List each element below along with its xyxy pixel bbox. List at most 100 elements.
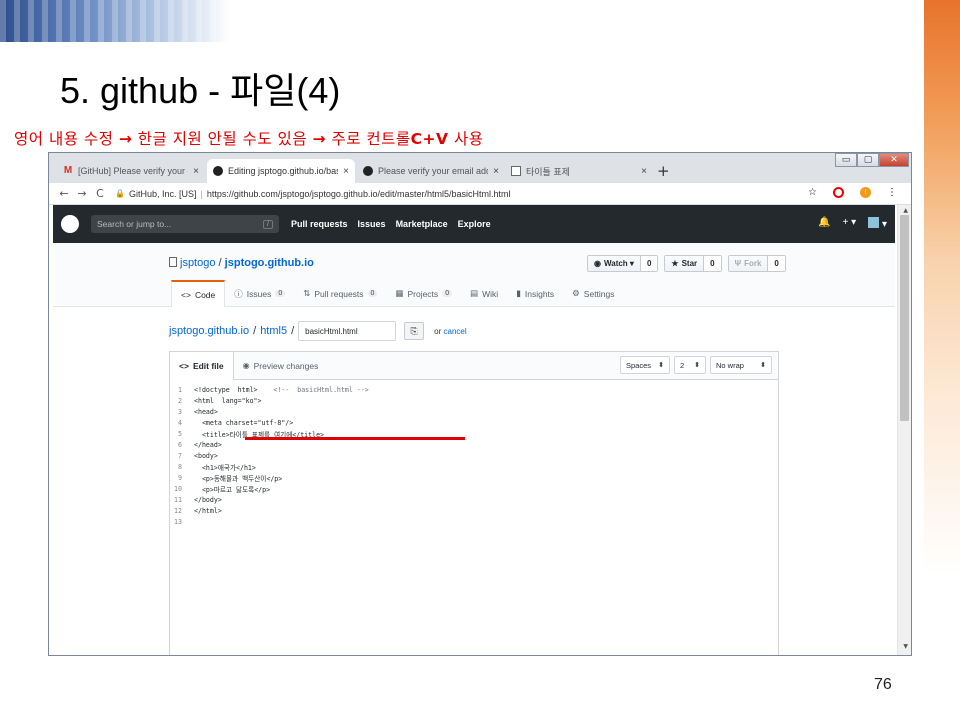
create-new-button[interactable]: + ▾ [843, 217, 857, 230]
code-line[interactable]: 13 [170, 516, 778, 527]
tab-label: Editing jsptogo.github.io/basic· [228, 166, 339, 176]
code-line[interactable]: 9 <p>동해물과 백두산이</p> [170, 472, 778, 483]
watch-button[interactable]: ◉ Watch ▾ 0 [587, 255, 659, 272]
code-line[interactable]: 2 <html lang="ko"> [170, 395, 778, 406]
watch-text: Watch ▾ [603, 259, 634, 268]
tab-code[interactable]: <> Code [171, 280, 226, 307]
copy-icon[interactable]: ⎘ [404, 322, 425, 340]
close-icon[interactable]: × [193, 166, 199, 177]
filename-input[interactable]: basicHtml.html [298, 321, 397, 341]
watch-count[interactable]: 0 [639, 256, 658, 271]
menu-icon[interactable]: ⋮ [887, 187, 897, 198]
repo-icon [169, 257, 177, 267]
code-line[interactable]: 1 <!doctype html> <!-- basicHtml.html --> [170, 384, 778, 395]
scroll-down-icon[interactable]: ▼ [903, 643, 908, 650]
minimize-button[interactable]: ▭ [835, 153, 857, 167]
subtitle-part: 한글 지원 안될 수도 있음 [132, 130, 313, 148]
scroll-up-icon[interactable]: ▲ [903, 207, 908, 214]
repo-owner-link[interactable]: jsptogo [180, 257, 215, 269]
tab-pull-requests[interactable]: ⇅ Pull requests 0 [294, 280, 386, 307]
code-line[interactable]: 12 </html> [170, 505, 778, 516]
tab-label: Settings [583, 288, 615, 299]
star-icon: ★ [671, 259, 679, 268]
window-close-button[interactable]: ✕ [879, 153, 909, 167]
code-text: <!doctype html> [194, 385, 274, 394]
tab-insights[interactable]: ▮ Insights [507, 280, 563, 307]
github-content: jsptogo / jsptogo.github.io ◉ Watch ▾ 0 ★… [53, 243, 895, 655]
breadcrumb-dir-link[interactable]: html5 [260, 325, 287, 337]
cancel-link[interactable]: cancel [444, 327, 467, 336]
browser-tab-verify[interactable]: Please verify your email address × [357, 159, 505, 183]
nav-explore[interactable]: Explore [458, 219, 491, 229]
fork-count[interactable]: 0 [767, 256, 785, 271]
slide-subtitle: 영어 내용 수정 → 한글 지원 안될 수도 있음 → 주로 컨트롤C+V 사용 [14, 127, 483, 149]
close-icon[interactable]: × [343, 166, 349, 177]
tab-preview-changes[interactable]: ◉ Preview changes [234, 352, 328, 379]
star-label: ★ Star [665, 256, 704, 271]
tab-wiki[interactable]: ▤ Wiki [461, 280, 507, 307]
code-text: <meta charset="utf-8"/> [194, 418, 294, 427]
line-number: 9 [178, 473, 182, 482]
code-text: </body> [194, 495, 222, 504]
breadcrumb-separator: / [291, 325, 295, 337]
cancel-area: or cancel [434, 327, 466, 336]
github-logo-icon[interactable] [61, 215, 79, 233]
close-icon[interactable]: × [493, 166, 499, 177]
breadcrumb-repo-link[interactable]: jsptogo.github.io [169, 325, 249, 337]
new-tab-button[interactable]: + [657, 162, 670, 180]
tab-issues[interactable]: ⓘ Issues 0 [225, 280, 294, 307]
forward-button[interactable]: → [73, 187, 91, 200]
chevron-down-icon: ▾ [881, 219, 887, 230]
file-breadcrumb: jsptogo.github.io / html5 / basicHtml.ht… [169, 321, 467, 341]
indent-size-select[interactable]: 2 ⬍ [674, 356, 706, 374]
indent-mode-select[interactable]: Spaces ⬍ [620, 356, 670, 374]
star-icon[interactable]: ☆ [808, 187, 817, 198]
opera-icon[interactable] [833, 187, 844, 198]
restore-button[interactable]: ▢ [857, 153, 879, 167]
slide-decoration-right [924, 0, 960, 720]
nav-marketplace[interactable]: Marketplace [396, 219, 448, 229]
browser-tab-gmail[interactable]: M [GitHub] Please verify your ema × [57, 159, 205, 183]
bell-icon[interactable]: 🔔 [818, 217, 830, 230]
subtitle-part: 주로 컨트롤 [326, 130, 411, 148]
wrap-mode-select[interactable]: No wrap ⬍ [710, 356, 772, 374]
search-shortcut-key: / [263, 219, 273, 229]
avatar-menu[interactable]: ▾ [868, 217, 887, 230]
browser-tab-editing[interactable]: Editing jsptogo.github.io/basic· × [207, 159, 355, 183]
search-input[interactable]: Search or jump to... / [91, 215, 279, 233]
url-field[interactable]: 🔒 GitHub, Inc. [US] | https://github.com… [115, 189, 511, 199]
breadcrumb-separator: / [253, 325, 257, 337]
line-number: 13 [174, 517, 182, 526]
fork-button[interactable]: Ψ Fork 0 [727, 255, 786, 272]
reload-button[interactable]: C [91, 187, 109, 200]
tab-projects[interactable]: ▦ Projects 0 [386, 280, 461, 307]
scrollbar-thumb[interactable] [900, 215, 909, 421]
repo-tabs: <> Code ⓘ Issues 0 ⇅ Pull requests 0 ▦ Project… [171, 280, 624, 307]
tab-edit-file[interactable]: <> Edit file [170, 352, 234, 380]
repo-name-link[interactable]: jsptogo.github.io [225, 257, 314, 269]
code-area[interactable]: 1 <!doctype html> <!-- basicHtml.html -->… [170, 380, 778, 527]
code-line[interactable]: 4 <meta charset="utf-8"/> [170, 417, 778, 428]
code-line[interactable]: 11 </body> [170, 494, 778, 505]
wiki-icon: ▤ [470, 288, 479, 298]
star-count[interactable]: 0 [703, 256, 721, 271]
eye-icon: ◉ [242, 361, 250, 370]
code-line[interactable]: 7 <body> [170, 450, 778, 461]
code-line[interactable]: 8 <h1>애국가</h1> [170, 461, 778, 472]
browser-window: M [GitHub] Please verify your ema × Edit… [48, 152, 912, 656]
tab-settings[interactable]: ⚙ Settings [563, 280, 623, 307]
browser-tab-title[interactable]: 타이틀 표제 × [505, 159, 653, 183]
tab-label: Projects [407, 288, 439, 299]
code-line[interactable]: 10 <p>마르고 닳도록</p> [170, 483, 778, 494]
close-icon[interactable]: × [641, 166, 647, 177]
star-button[interactable]: ★ Star 0 [664, 255, 722, 272]
nav-issues[interactable]: Issues [358, 219, 386, 229]
code-line[interactable]: 3 <head> [170, 406, 778, 417]
profile-icon[interactable]: ! [860, 187, 871, 198]
back-button[interactable]: ← [55, 187, 73, 200]
watch-label: ◉ Watch ▾ [588, 256, 640, 271]
nav-pull-requests[interactable]: Pull requests [291, 219, 348, 229]
window-controls: ▭ ▢ ✕ [835, 153, 909, 167]
highlight-underline [245, 437, 465, 440]
code-line[interactable]: 6 </head> [170, 439, 778, 450]
